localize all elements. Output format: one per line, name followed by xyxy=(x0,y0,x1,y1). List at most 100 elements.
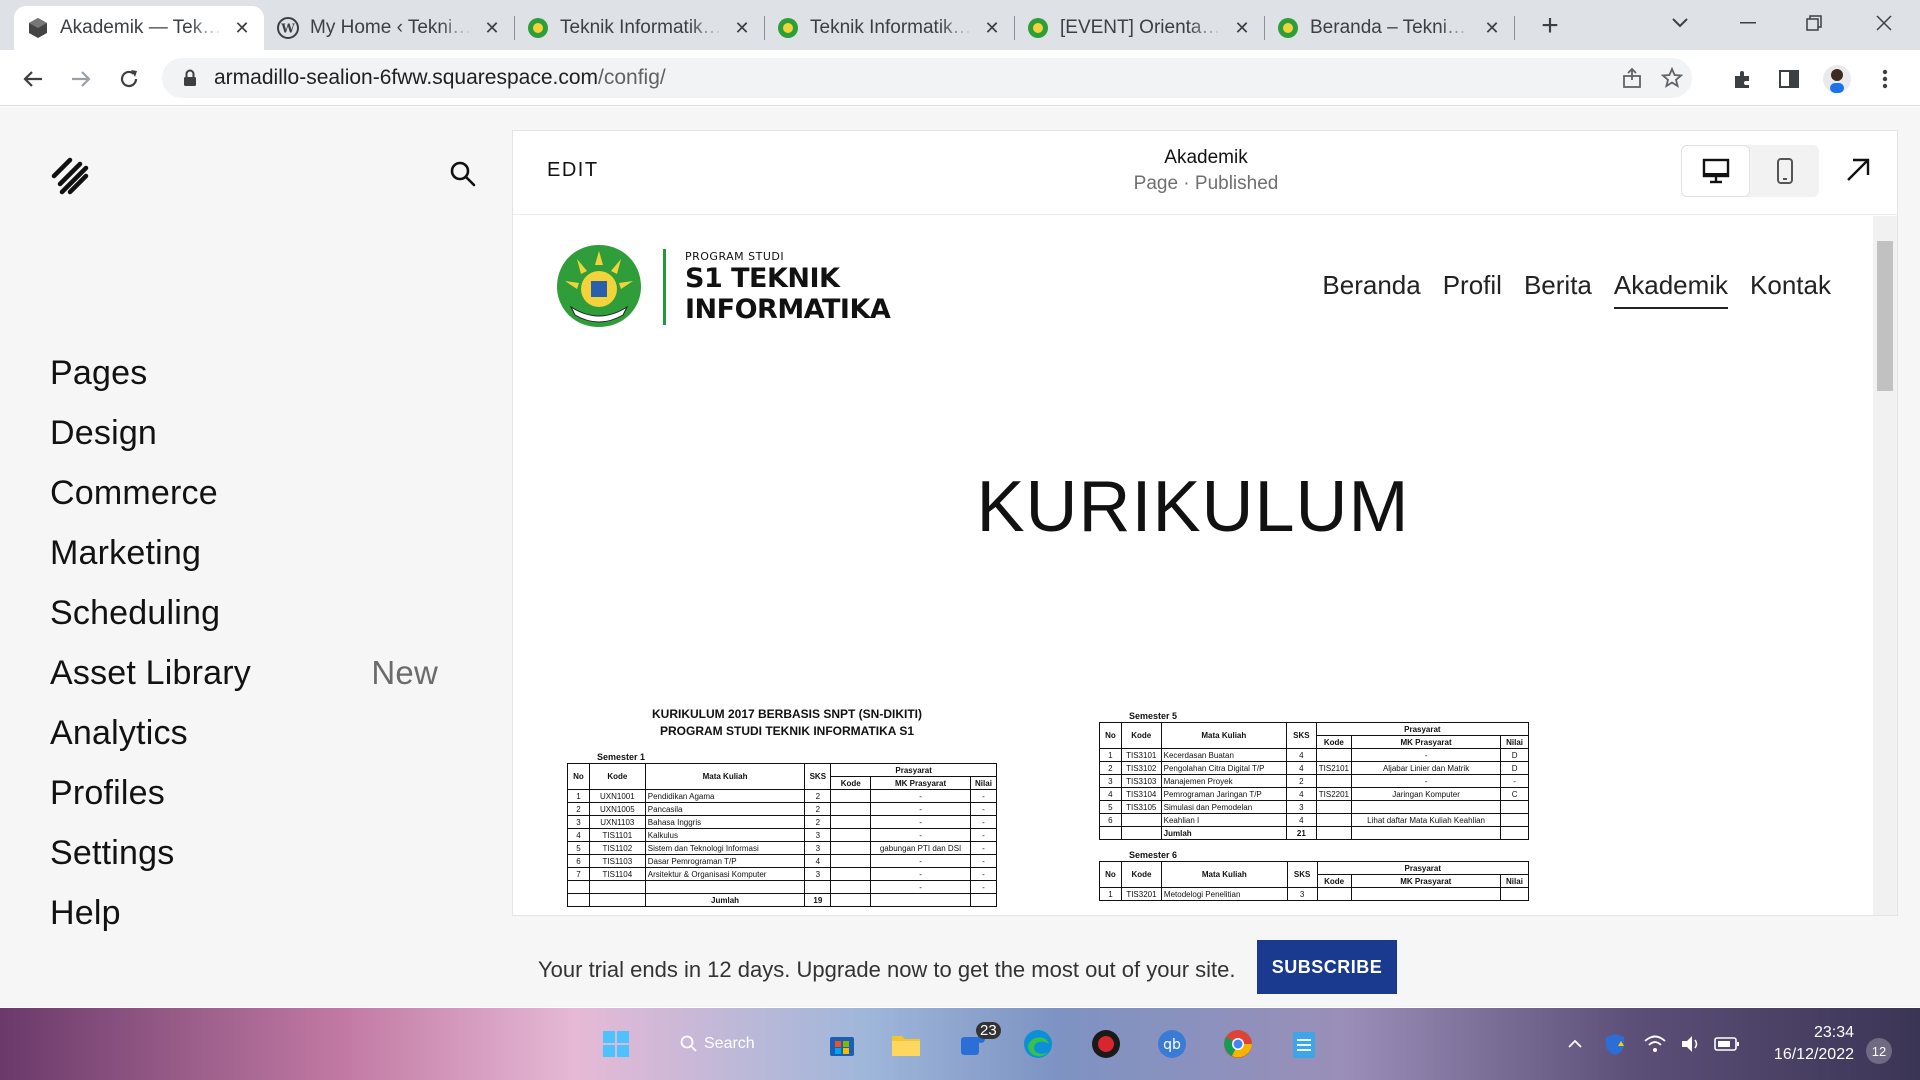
new-badge: New xyxy=(371,654,438,691)
preview-scrollbar[interactable] xyxy=(1873,216,1897,915)
nav-kontak[interactable]: Kontak xyxy=(1750,270,1831,309)
cell-nilai xyxy=(1500,800,1529,814)
nav-akademik[interactable]: Akademik xyxy=(1613,270,1729,309)
chrome-icon[interactable] xyxy=(1218,1024,1258,1064)
tab-title: Teknik Informatika UMRAH xyxy=(810,17,972,38)
system-tray-chevron-icon[interactable] xyxy=(1560,1024,1590,1064)
desktop-view-button[interactable] xyxy=(1681,145,1750,197)
wifi-icon[interactable] xyxy=(1640,1024,1670,1064)
restore-button[interactable] xyxy=(1794,6,1834,40)
close-window-button[interactable] xyxy=(1864,6,1904,40)
nav-beranda[interactable]: Beranda xyxy=(1322,270,1420,309)
cell-pkode: TIS2201 xyxy=(1315,787,1353,801)
cell-sks: 4 xyxy=(1286,761,1317,775)
tab-close-icon[interactable]: ✕ xyxy=(1482,18,1502,38)
cell-nilai: - xyxy=(969,802,998,816)
volume-icon[interactable] xyxy=(1676,1024,1706,1064)
menu-item-settings[interactable]: Settings xyxy=(50,823,450,883)
cell-mk: Pengolahan Citra Digital T/P xyxy=(1160,761,1288,775)
th-no: No xyxy=(567,763,590,790)
mobile-view-button[interactable] xyxy=(1750,145,1819,197)
minimize-button[interactable] xyxy=(1728,6,1768,40)
menu-item-scheduling[interactable]: Scheduling xyxy=(50,583,450,643)
menu-item-design[interactable]: Design xyxy=(50,403,450,463)
new-tab-button[interactable]: + xyxy=(1534,9,1566,42)
table-row: -- xyxy=(567,880,998,894)
search-icon[interactable] xyxy=(448,159,478,189)
taskbar-clock[interactable]: 23:34 16/12/2022 xyxy=(1768,1022,1854,1066)
menu-item-label: Settings xyxy=(50,833,175,872)
profile-avatar[interactable] xyxy=(1820,62,1854,96)
tab-umrah-1[interactable]: Teknik Informatika UMRAH ✕ xyxy=(514,6,764,50)
chrome-menu-icon[interactable] xyxy=(1868,62,1902,96)
open-site-arrow-icon[interactable] xyxy=(1843,155,1877,189)
edge-browser-icon[interactable] xyxy=(1018,1024,1058,1064)
menu-item-asset-library[interactable]: Asset Library New xyxy=(50,643,450,703)
site-logo-text[interactable]: PROGRAM STUDI S1 TEKNIK INFORMATIKA xyxy=(685,250,891,325)
tab-wordpress-home[interactable]: W My Home ‹ Teknik Informatika ✕ xyxy=(264,6,514,50)
bookmark-star-icon[interactable] xyxy=(1654,58,1690,98)
cell-pmk: - xyxy=(870,828,971,842)
lock-icon[interactable] xyxy=(180,68,200,88)
back-button[interactable] xyxy=(16,62,50,96)
menu-item-commerce[interactable]: Commerce xyxy=(50,463,450,523)
notepad-icon[interactable] xyxy=(1284,1024,1324,1064)
cell-pkode xyxy=(830,854,872,868)
battery-icon[interactable] xyxy=(1712,1024,1742,1064)
windows-start-icon[interactable] xyxy=(596,1024,636,1064)
cell-no: 1 xyxy=(1099,748,1122,762)
tab-akademik[interactable]: Akademik — Teknik Informatika ✕ xyxy=(14,6,264,50)
menu-item-profiles[interactable]: Profiles xyxy=(50,763,450,823)
address-bar[interactable]: armadillo-sealion-6fww.squarespace.com/c… xyxy=(162,58,1692,98)
tab-close-icon[interactable]: ✕ xyxy=(482,18,502,38)
curriculum-image-right[interactable]: Semester 5 No Kode Mata Kuliah SKS Prasy… xyxy=(1099,711,1530,901)
taskbar-search[interactable]: Search xyxy=(680,1026,790,1062)
cell-kode: TIS3101 xyxy=(1120,748,1162,762)
notification-center-badge[interactable]: 12 xyxy=(1866,1038,1892,1064)
cell-sks: 2 xyxy=(804,789,832,803)
security-shield-icon[interactable] xyxy=(1600,1024,1630,1064)
cell-no: 7 xyxy=(567,867,590,881)
curriculum-image-left[interactable]: KURIKULUM 2017 BERBASIS SNPT (SN-DIKITI)… xyxy=(567,706,1007,907)
cell-pkode xyxy=(830,841,872,855)
menu-item-help[interactable]: Help xyxy=(50,883,450,943)
cell-nilai: D xyxy=(1500,761,1529,775)
university-logo-icon[interactable] xyxy=(553,241,645,333)
preview-scrollbar-thumb[interactable] xyxy=(1877,241,1893,391)
microsoft-store-icon[interactable] xyxy=(822,1024,862,1064)
jumlah-label: Jumlah xyxy=(1160,826,1288,840)
gaming-app-icon[interactable] xyxy=(1086,1024,1126,1064)
squarespace-logo-icon[interactable] xyxy=(48,154,92,198)
cell-mk xyxy=(644,880,806,894)
url-text[interactable]: armadillo-sealion-6fww.squarespace.com/c… xyxy=(214,66,666,90)
cell-kode: TIS3201 xyxy=(1120,887,1162,901)
cell-pkode xyxy=(830,867,872,881)
subscribe-button[interactable]: SUBSCRIBE xyxy=(1257,940,1397,994)
menu-item-label: Pages xyxy=(50,353,148,392)
extensions-puzzle-icon[interactable] xyxy=(1726,62,1760,96)
tab-close-icon[interactable]: ✕ xyxy=(982,18,1002,38)
forward-button[interactable] xyxy=(64,62,98,96)
side-panel-icon[interactable] xyxy=(1772,62,1806,96)
nav-berita[interactable]: Berita xyxy=(1524,270,1592,309)
menu-item-pages[interactable]: Pages xyxy=(50,343,450,403)
cell-nilai: - xyxy=(969,854,998,868)
tab-search-chevron-icon[interactable] xyxy=(1660,6,1700,40)
tab-beranda[interactable]: Beranda – Teknik Informatika ✕ xyxy=(1264,6,1514,50)
file-explorer-icon[interactable] xyxy=(886,1024,926,1064)
tab-event-orientasi[interactable]: [EVENT] Orientasi Prodi ✕ xyxy=(1014,6,1264,50)
tab-close-icon[interactable]: ✕ xyxy=(732,18,752,38)
reload-button[interactable] xyxy=(112,62,146,96)
qbittorrent-icon[interactable]: qb xyxy=(1152,1024,1192,1064)
tab-close-icon[interactable]: ✕ xyxy=(232,18,252,38)
menu-item-label: Help xyxy=(50,893,121,932)
nav-profil[interactable]: Profil xyxy=(1443,270,1502,309)
tab-umrah-2[interactable]: Teknik Informatika UMRAH ✕ xyxy=(764,6,1014,50)
tab-close-icon[interactable]: ✕ xyxy=(1232,18,1252,38)
menu-item-analytics[interactable]: Analytics xyxy=(50,703,450,763)
cell-pmk: - xyxy=(870,854,971,868)
share-icon[interactable] xyxy=(1614,58,1650,98)
umrah-logo-icon xyxy=(776,16,800,40)
menu-item-marketing[interactable]: Marketing xyxy=(50,523,450,583)
svg-text:qb: qb xyxy=(1163,1037,1181,1053)
